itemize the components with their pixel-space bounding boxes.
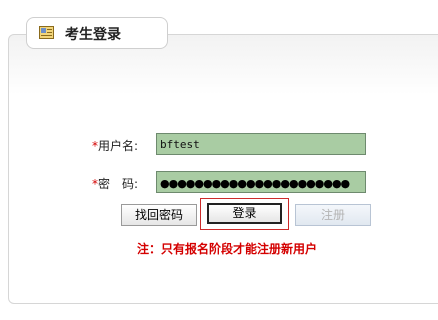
password-input[interactable] bbox=[156, 171, 366, 193]
username-label: *用户名: bbox=[92, 139, 139, 153]
register-button[interactable]: 注册 bbox=[295, 204, 371, 226]
username-input[interactable] bbox=[156, 133, 366, 155]
login-button[interactable]: 登录 bbox=[207, 203, 282, 224]
exam-login-icon bbox=[39, 26, 54, 39]
login-panel bbox=[8, 34, 438, 304]
page-title: 考生登录 bbox=[65, 27, 121, 43]
register-notice: 注：只有报名阶段才能注册新用户 bbox=[137, 242, 318, 256]
password-label: *密 码: bbox=[92, 177, 139, 191]
login-title-tab: 考生登录 bbox=[26, 17, 168, 49]
retrieve-password-button[interactable]: 找回密码 bbox=[121, 204, 197, 226]
